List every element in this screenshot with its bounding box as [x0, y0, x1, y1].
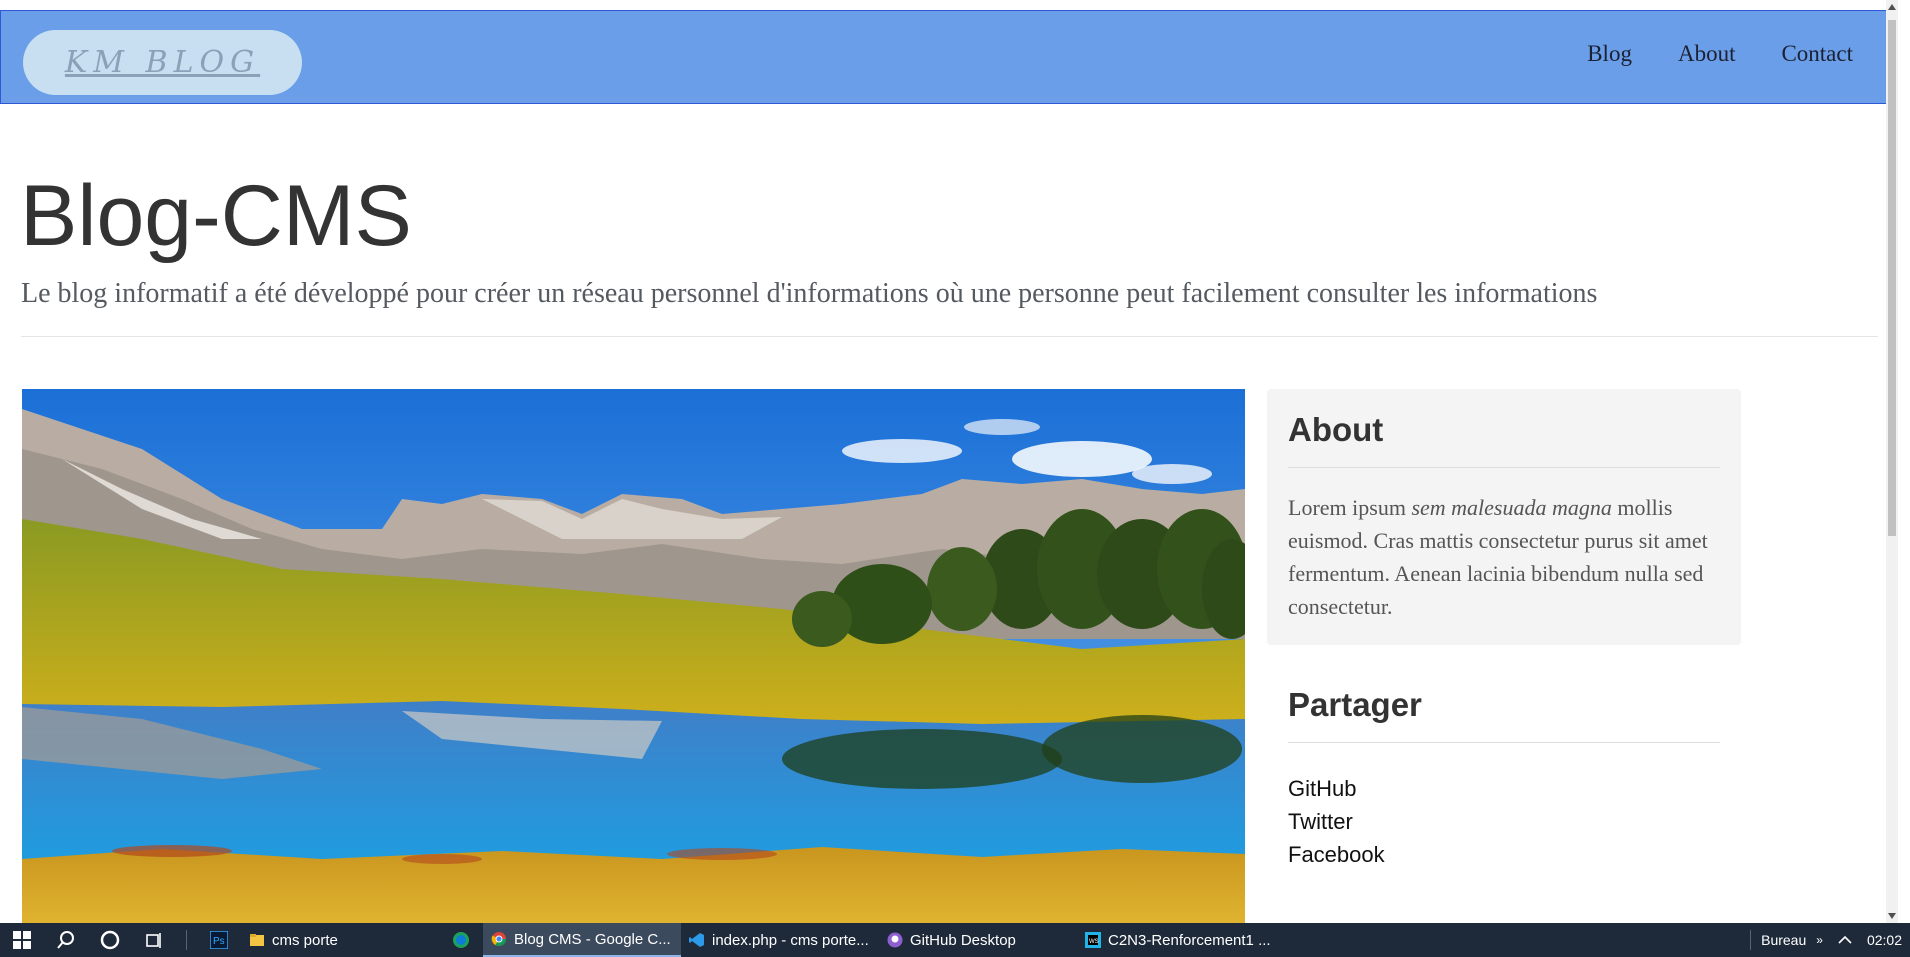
- brand-logo[interactable]: KM BLOG: [23, 30, 302, 95]
- svg-text:Ps: Ps: [213, 936, 225, 947]
- chrome-icon: [491, 932, 506, 946]
- share-widget: Partager GitHub Twitter Facebook: [1288, 686, 1720, 871]
- header-divider: [21, 336, 1878, 337]
- about-widget: About Lorem ipsum sem malesuada magna mo…: [1267, 389, 1741, 645]
- scroll-up-arrow-icon[interactable]: [1888, 4, 1896, 10]
- scrollbar-thumb[interactable]: [1888, 20, 1896, 536]
- about-divider: [1288, 467, 1720, 468]
- page-scrollbar[interactable]: [1886, 0, 1898, 923]
- github-icon: [887, 932, 903, 948]
- windows-taskbar: Ps cms porte Blog CMS - Google C... inde…: [0, 923, 1910, 957]
- photoshop-icon[interactable]: Ps: [197, 923, 241, 957]
- nav-link-blog[interactable]: Blog: [1587, 41, 1632, 67]
- nav-links: Blog About Contact: [1587, 41, 1853, 67]
- share-link-github[interactable]: GitHub: [1288, 772, 1720, 805]
- system-tray: Bureau » 02:02: [1740, 923, 1910, 957]
- mountain-lake-landscape-image: [22, 389, 1245, 923]
- taskbar-label: Blog CMS - Google C...: [514, 930, 671, 948]
- webstorm-icon: WS: [1085, 932, 1101, 948]
- share-title: Partager: [1288, 686, 1422, 723]
- cortana-icon[interactable]: [88, 923, 132, 957]
- search-icon[interactable]: [44, 923, 88, 957]
- taskbar-label: GitHub Desktop: [910, 931, 1016, 949]
- about-text-start: Lorem ipsum: [1288, 495, 1412, 520]
- folder-icon: [250, 934, 264, 946]
- page-title: Blog-CMS: [20, 168, 412, 264]
- navbar: KM BLOG Blog About Contact: [0, 10, 1896, 104]
- taskbar-label: C2N3-Renforcement1 ...: [1108, 931, 1271, 949]
- browser-viewport: KM BLOG Blog About Contact Blog-CMS Le b…: [0, 0, 1898, 923]
- edge-icon[interactable]: [439, 923, 483, 957]
- scroll-down-arrow-icon[interactable]: [1888, 913, 1896, 919]
- windows-start-icon[interactable]: [0, 923, 44, 957]
- taskbar-item-blog-cms[interactable]: Blog CMS - Google C...: [483, 923, 681, 957]
- share-divider: [1288, 742, 1720, 743]
- taskbar-separator: [186, 930, 187, 950]
- toolbar-expand-icon[interactable]: »: [1816, 933, 1823, 947]
- nav-link-contact[interactable]: Contact: [1781, 41, 1853, 67]
- nav-link-about[interactable]: About: [1678, 41, 1736, 67]
- hero-image: [22, 389, 1245, 923]
- vscode-icon: [689, 933, 704, 947]
- task-view-icon[interactable]: [132, 923, 176, 957]
- chevron-up-icon[interactable]: [1837, 935, 1853, 945]
- about-text-emphasis: sem malesuada magna: [1411, 495, 1612, 520]
- taskbar-label: index.php - cms porte...: [712, 931, 869, 949]
- taskbar-item-cms-porte[interactable]: cms porte: [241, 923, 439, 957]
- about-text: Lorem ipsum sem malesuada magna mollis e…: [1288, 491, 1720, 623]
- about-title: About: [1288, 411, 1384, 448]
- svg-text:WS: WS: [1089, 939, 1099, 945]
- page-subtitle: Le blog informatif a été développé pour …: [21, 278, 1598, 309]
- share-list: GitHub Twitter Facebook: [1288, 772, 1720, 871]
- taskbar-item-github-desktop[interactable]: GitHub Desktop: [879, 923, 1077, 957]
- taskbar-clock[interactable]: 02:02: [1867, 932, 1902, 948]
- share-link-facebook[interactable]: Facebook: [1288, 838, 1720, 871]
- taskbar-item-index-php[interactable]: index.php - cms porte...: [681, 923, 879, 957]
- taskbar-label: cms porte: [272, 931, 338, 949]
- share-link-twitter[interactable]: Twitter: [1288, 805, 1720, 838]
- taskbar-item-webstorm[interactable]: WS C2N3-Renforcement1 ...: [1077, 923, 1295, 957]
- desktop-toolbar-label[interactable]: Bureau: [1761, 932, 1806, 948]
- tray-separator: [1750, 930, 1752, 950]
